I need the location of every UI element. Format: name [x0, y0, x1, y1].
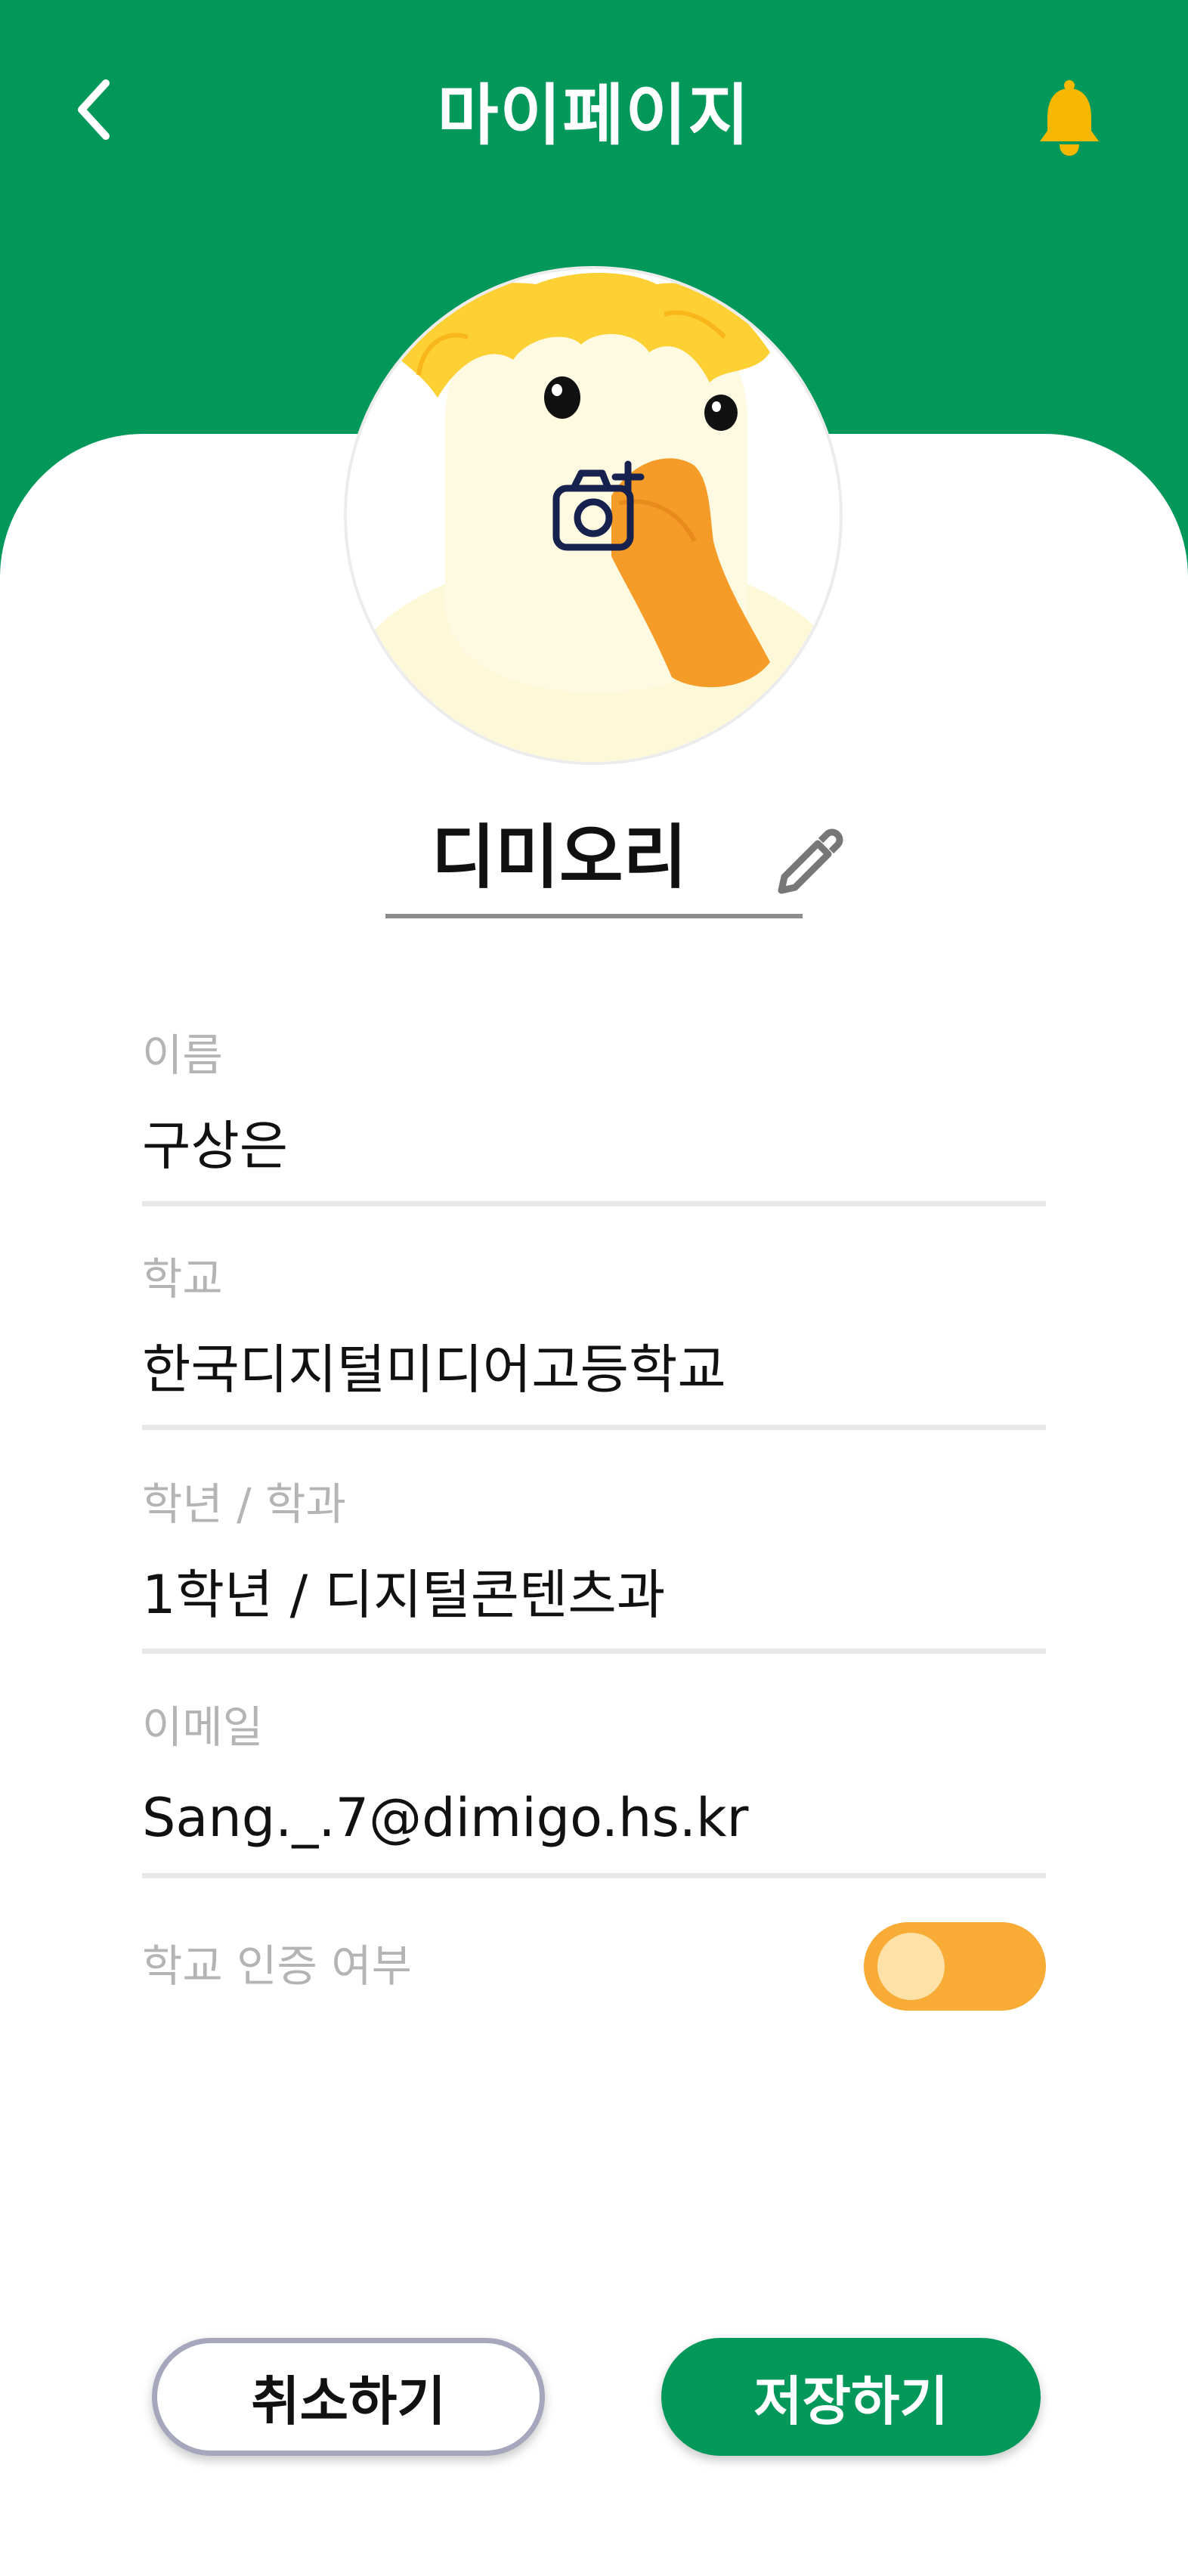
grade-department-label: 학년 / 학과	[142, 1478, 346, 1530]
email-label: 이메일	[142, 1701, 264, 1753]
school-verification-toggle[interactable]	[864, 1922, 1046, 2011]
email-value: Sang._.7@dimigo.hs.kr	[142, 1787, 749, 1849]
bell-icon	[1040, 79, 1099, 156]
name-label: 이름	[142, 1029, 223, 1081]
name-field[interactable]: 이름 구상은	[142, 1025, 1046, 1206]
duck-avatar-image	[347, 269, 840, 762]
school-field[interactable]: 학교 한국디지털미디어고등학교	[142, 1249, 1046, 1430]
cancel-button[interactable]: 취소하기	[152, 2338, 545, 2456]
edit-nickname-button[interactable]	[771, 824, 846, 899]
profile-avatar[interactable]	[344, 266, 843, 765]
notification-button[interactable]	[1028, 72, 1111, 163]
chevron-left-icon	[78, 79, 110, 140]
grade-department-field[interactable]: 학년 / 학과 1학년 / 디지털콘텐츠과	[142, 1474, 1046, 1654]
page-title: 마이페이지	[437, 76, 751, 154]
toggle-knob	[877, 1933, 945, 2000]
grade-department-value: 1학년 / 디지털콘텐츠과	[142, 1564, 666, 1626]
nickname-text: 디미오리	[431, 817, 688, 898]
pencil-icon	[778, 828, 843, 894]
nickname-field[interactable]: 디미오리	[385, 805, 803, 918]
school-verification-label: 학교 인증 여부	[142, 1940, 413, 1992]
save-button[interactable]: 저장하기	[661, 2338, 1041, 2456]
back-button[interactable]	[53, 68, 136, 151]
email-field[interactable]: 이메일 Sang._.7@dimigo.hs.kr	[142, 1697, 1046, 1878]
school-label: 학교	[142, 1253, 223, 1305]
name-value: 구상은	[142, 1115, 289, 1177]
school-value: 한국디지털미디어고등학교	[142, 1339, 726, 1401]
